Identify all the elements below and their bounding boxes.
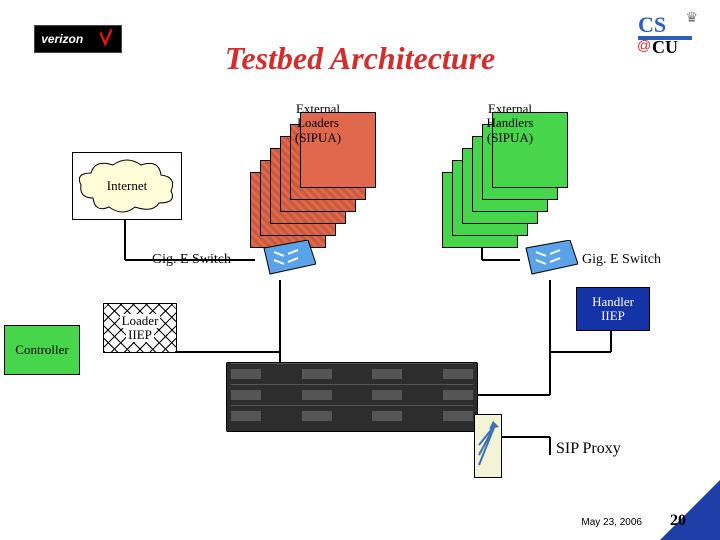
sip-card (474, 414, 502, 478)
crown-icon: ♛ (685, 9, 698, 26)
loaders-l2: Loaders (278, 116, 358, 130)
switch-left-label: Gig. E Switch (152, 252, 231, 268)
switch-right (518, 240, 578, 280)
controller-label: Controller (15, 343, 68, 357)
handler-iiep-l2: IIEP (601, 309, 625, 323)
handler-iiep-l1: Handler (592, 295, 634, 309)
cscu-cs-text: CS (638, 12, 666, 37)
switch-right-label: Gig. E Switch (582, 252, 661, 268)
internet-cloud: Internet (72, 152, 182, 220)
sip-proxy-label: SIP Proxy (556, 440, 621, 458)
footer-date: May 23, 2006 (581, 517, 642, 528)
handlers-l3: (SIPUA) (470, 131, 550, 145)
loader-iiep-box: Loader IIEP (103, 303, 177, 353)
handlers-l1: External (470, 102, 550, 116)
server-rack (226, 362, 478, 432)
loaders-label: External Loaders (SIPUA) (278, 102, 358, 145)
controller-box: Controller (4, 325, 80, 375)
corner-accent (660, 480, 720, 540)
connection-lines (0, 0, 720, 540)
loader-iiep-l2: IIEP (126, 328, 154, 342)
loaders-l3: (SIPUA) (278, 131, 358, 145)
switch-left (256, 240, 316, 280)
handlers-label: External Handlers (SIPUA) (470, 102, 550, 145)
slide-title: Testbed Architecture (0, 40, 720, 77)
page-number: 20 (670, 512, 686, 530)
loaders-l1: External (278, 102, 358, 116)
loader-iiep-l1: Loader (120, 314, 161, 328)
internet-label: Internet (107, 178, 147, 194)
handler-iiep-box: Handler IIEP (576, 287, 650, 331)
handlers-l2: Handlers (470, 116, 550, 130)
